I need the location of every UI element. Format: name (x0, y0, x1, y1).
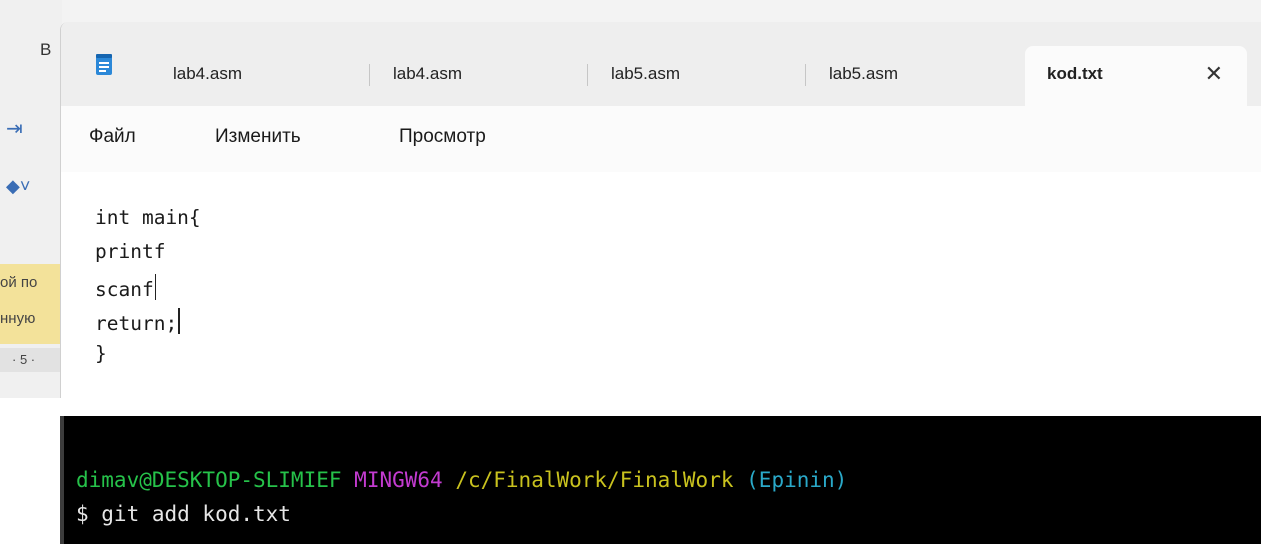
menu-file[interactable]: Файл (89, 126, 136, 148)
close-tab-icon[interactable]: ✕ (1205, 46, 1223, 102)
tab-separator (369, 64, 370, 86)
background-text-line: ой по (0, 274, 38, 291)
notepad-app-icon (96, 54, 112, 75)
menu-edit[interactable]: Изменить (215, 126, 301, 148)
tab-bar: lab4.asm lab4.asm lab5.asm lab5.asm kod.… (61, 22, 1261, 106)
prompt-path: /c/FinalWork/FinalWork (455, 468, 734, 492)
notepad-screenshot: В ⇥ ◆˅ ой по нную · 5 · lab4.asm lab4.as… (0, 0, 1261, 398)
tab-lab5-asm-1[interactable]: lab5.asm (587, 46, 831, 106)
background-word-window: В ⇥ ◆˅ ой по нную · 5 · (0, 0, 62, 398)
prompt-user-host: dimav@DESKTOP-SLIMIEF (76, 468, 342, 492)
text-editor[interactable]: int main{ printf scanf return; } (61, 172, 1261, 398)
tab-lab4-asm-2[interactable]: lab4.asm (369, 46, 613, 106)
tab-label: lab5.asm (829, 64, 898, 83)
code-line: } (95, 342, 107, 365)
text-caret (178, 308, 180, 334)
notepad-window: lab4.asm lab4.asm lab5.asm lab5.asm kod.… (60, 22, 1261, 398)
tab-lab4-asm-1[interactable]: lab4.asm (173, 46, 393, 106)
tab-label: lab4.asm (173, 64, 242, 83)
code-line: int main{ (95, 206, 201, 229)
prompt-branch: (Epinin) (746, 468, 848, 492)
terminal-screenshot: dimav@DESKTOP-SLIMIEF MINGW64 /c/FinalWo… (0, 416, 1261, 544)
tab-label: kod.txt (1047, 64, 1103, 83)
prompt-system: MINGW64 (354, 468, 443, 492)
text-caret (154, 274, 157, 300)
prompt-line: dimav@DESKTOP-SLIMIEF MINGW64 /c/FinalWo… (76, 468, 847, 492)
command-line: $ git add kod.txt (76, 502, 291, 526)
background-text-line: нную (0, 310, 36, 327)
background-ruler: · 5 · (0, 348, 62, 372)
indent-icon: ⇥ (6, 118, 23, 140)
tab-separator (805, 64, 806, 86)
tab-separator (587, 64, 588, 86)
background-letter: В (40, 40, 52, 59)
code-line: printf (95, 240, 166, 263)
code-line: return; (95, 308, 180, 335)
background-highlighted-text: ой по нную (0, 264, 62, 344)
code-line: scanf (95, 274, 157, 301)
tab-label: lab5.asm (611, 64, 680, 83)
tab-label: lab4.asm (393, 64, 462, 83)
screenshot-gap (0, 398, 1261, 416)
fill-color-icon: ◆˅ (6, 176, 31, 196)
tab-kod-txt[interactable]: kod.txt ✕ (1025, 46, 1247, 106)
menu-bar: Файл Изменить Просмотр (61, 106, 1261, 172)
tab-lab5-asm-2[interactable]: lab5.asm (805, 46, 1029, 106)
menu-view[interactable]: Просмотр (399, 126, 486, 148)
git-bash-terminal[interactable]: dimav@DESKTOP-SLIMIEF MINGW64 /c/FinalWo… (60, 416, 1261, 544)
